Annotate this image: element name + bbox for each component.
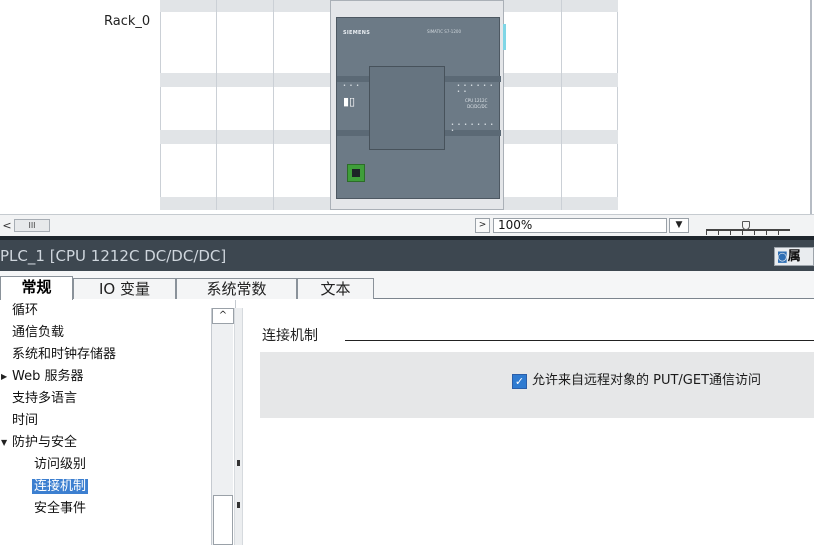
cpu-status-bar [503, 24, 506, 50]
properties-button-label: 属 [787, 249, 801, 264]
horizontal-scroll-thumb[interactable]: III [14, 219, 50, 232]
inspector-window: PLC_1 [CPU 1212C DC/DC/DC] ◙属 常规 IO 变量 系… [0, 236, 814, 545]
nav-item-protection-security[interactable]: ▼ 防护与安全 [1, 432, 77, 454]
nav-item-security-event[interactable]: 安全事件 [34, 498, 86, 520]
nav-item-multilanguage[interactable]: 支持多语言 [12, 388, 77, 410]
nav-item-cycle[interactable]: 循环 [12, 300, 38, 322]
device-view: Rack_0 SIEMENS SIMATIC S7-1200 • • • • •… [0, 0, 814, 214]
cpu-cover-window [369, 66, 445, 150]
cpu-brand-logo: SIEMENS [343, 30, 371, 36]
device-view-border [810, 0, 812, 214]
nav-item-system-clock-memory[interactable]: 系统和时钟存储器 [12, 344, 116, 366]
tab-general[interactable]: 常规 [0, 276, 73, 300]
nav-item-comm-load[interactable]: 通信负载 [12, 322, 64, 344]
cpu-led-row: • • • [343, 83, 361, 89]
nav-vertical-scrollbar[interactable]: ^ [211, 308, 234, 545]
nav-item-web-server[interactable]: ▶ Web 服务器 [1, 366, 83, 388]
cpu-series-label: SIMATIC S7-1200 [427, 29, 461, 34]
device-view-scrollbar: < III > 100% ▼ [0, 214, 814, 236]
zoom-slider-handle[interactable] [742, 221, 750, 230]
cpu-module-body: SIEMENS SIMATIC S7-1200 • • • • • • • • … [336, 17, 506, 199]
rack-slot-empty[interactable] [505, 12, 561, 197]
zoom-dropdown-button[interactable]: ▼ [669, 218, 689, 233]
rack-slot-empty[interactable] [217, 12, 273, 197]
property-content: 连接机制 ✓ 允许来自远程对象的 PUT/GET通信访问 [244, 300, 814, 545]
nav-item-time[interactable]: 时间 [12, 410, 38, 432]
section-divider [345, 340, 814, 341]
plc-module-icon: ▮▯ [343, 95, 356, 108]
inspector-title-bar: PLC_1 [CPU 1212C DC/DC/DC] ◙属 [0, 240, 814, 271]
inspector-tab-row: 常规 IO 变量 系统常数 文本 [0, 271, 814, 300]
rack-label: Rack_0 [104, 14, 151, 29]
tab-io-tags[interactable]: IO 变量 [73, 278, 176, 299]
scroll-up-button[interactable]: ^ [212, 308, 234, 324]
collapse-right-icon[interactable] [237, 502, 240, 508]
cpu-led-row: • • • • • • • • [457, 83, 494, 95]
zoom-level-field[interactable]: 100% [493, 218, 667, 233]
tab-texts[interactable]: 文本 [297, 278, 374, 299]
scroll-right-button[interactable]: > [475, 218, 490, 233]
ethernet-port-icon[interactable] [347, 164, 365, 182]
nav-item-access-level[interactable]: 访问级别 [34, 454, 86, 476]
properties-button[interactable]: ◙属 [774, 247, 814, 266]
expand-down-icon[interactable]: ▼ [1, 432, 7, 454]
collapse-left-icon[interactable] [237, 460, 240, 466]
tab-system-constants[interactable]: 系统常数 [176, 278, 297, 299]
put-get-access-label[interactable]: 允许来自远程对象的 PUT/GET通信访问 [532, 372, 761, 390]
section-title: 连接机制 [262, 328, 318, 344]
rack-slot-empty[interactable] [274, 12, 329, 197]
cpu-model-label: CPU 1212C DC/DC/DC [465, 98, 488, 109]
scroll-left-button[interactable]: < [0, 218, 14, 233]
rack-slot-empty[interactable] [161, 12, 216, 197]
properties-icon: ◙ [777, 250, 788, 263]
put-get-access-checkbox[interactable]: ✓ [512, 374, 527, 389]
nav-item-connection-mechanisms[interactable]: 连接机制 [32, 476, 89, 498]
cpu-led-row: • • • • • • • • [451, 122, 495, 134]
property-nav-tree: 循环 通信负载 系统和时钟存储器 ▶ Web 服务器 支持多语言 时间 ▼ 防护与安… [0, 300, 236, 545]
nav-scroll-thumb[interactable] [213, 495, 233, 545]
section-body: ✓ 允许来自远程对象的 PUT/GET通信访问 [260, 352, 814, 418]
cpu-module[interactable]: SIEMENS SIMATIC S7-1200 • • • • • • • • … [330, 0, 506, 210]
inspector-title: PLC_1 [CPU 1212C DC/DC/DC] [0, 247, 227, 265]
expand-right-icon[interactable]: ▶ [1, 366, 7, 388]
rack-slot-empty[interactable] [562, 12, 617, 197]
pane-splitter[interactable] [234, 308, 243, 545]
